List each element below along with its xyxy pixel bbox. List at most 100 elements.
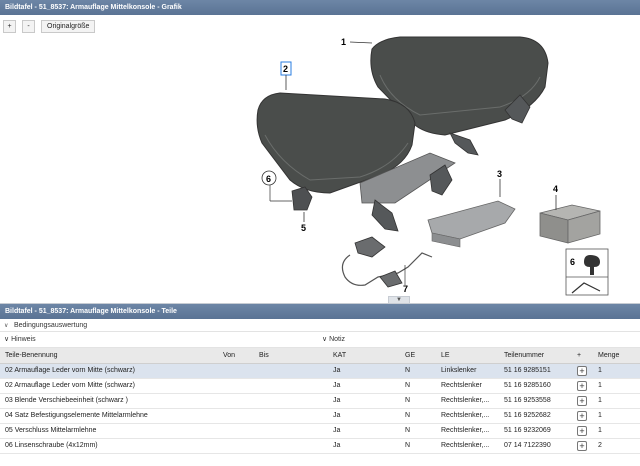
cell-name: 06 Linsenschraube (4x12mm) — [5, 442, 98, 449]
plus-icon[interactable]: + — [577, 380, 587, 391]
legend-number: 6 — [570, 257, 575, 267]
add-to-cart-cell: + — [572, 408, 593, 423]
table-row[interactable]: 03 Blende Verschiebeeinheit (schwarz ) Ja… — [0, 393, 640, 408]
cell-von — [218, 363, 254, 378]
table-row[interactable]: 05 Verschluss Mittelarmlehne Ja N Rechtslen… — [0, 423, 640, 438]
cell-kat: Ja — [333, 367, 341, 374]
cell-ge: N — [405, 382, 411, 389]
cell-ge: N — [405, 397, 411, 404]
cell-qty: 1 — [598, 382, 602, 389]
col-header-von[interactable]: Von — [218, 348, 254, 364]
cell-le: Rechtslenker,... — [441, 427, 490, 434]
cell-ge: N — [405, 427, 411, 434]
cell-le: Rechtslenker,... — [441, 397, 490, 404]
cell-le: Linkslenker — [441, 367, 477, 374]
cell-part-no: 51 16 9253558 — [504, 397, 551, 404]
cell-ge: N — [405, 412, 411, 419]
cell-von — [218, 393, 254, 408]
table-header: Teile-Benennung Von Bis KAT GE LE Teilen… — [0, 348, 640, 364]
plus-icon[interactable]: + — [577, 410, 587, 421]
col-header-part-number[interactable]: Teilenummer — [499, 348, 572, 364]
zoom-in-button[interactable]: + — [3, 20, 16, 33]
cell-le: Rechtslenker,... — [441, 412, 490, 419]
table-row[interactable]: 02 Armauflage Leder vorn Mitte (schwarz)… — [0, 363, 640, 378]
table-row[interactable]: 06 Linsenschraube (4x12mm) Ja N Rechtslenke… — [0, 438, 640, 453]
cell-von — [218, 408, 254, 423]
cell-name: 02 Armauflage Leder vorn Mitte (schwarz) — [5, 367, 135, 374]
part-7-cable[interactable] — [341, 236, 433, 288]
graphic-panel-title: Bildtafel - 51_8537: Armauflage Mittelko… — [0, 0, 640, 15]
part-3-cover[interactable] — [427, 200, 516, 248]
collapse-handle[interactable]: ▼ — [388, 296, 410, 303]
cell-von — [218, 423, 254, 438]
cell-name: 05 Verschluss Mittelarmlehne — [5, 427, 97, 434]
cell-name: 02 Armauflage Leder vorn Mitte (schwarz) — [5, 382, 135, 389]
col-header-quantity[interactable]: Menge — [593, 348, 640, 364]
col-header-kat[interactable]: KAT — [328, 348, 400, 364]
parts-diagram: 1 2 3 4 5 6 7 6 — [256, 36, 609, 296]
col-header-le[interactable]: LE — [436, 348, 499, 364]
callout-3: 3 — [497, 169, 502, 179]
part-5-lock[interactable] — [269, 185, 313, 211]
add-to-cart-cell: + — [572, 363, 593, 378]
col-header-name[interactable]: Teile-Benennung — [0, 348, 218, 364]
plus-icon[interactable]: + — [577, 395, 587, 406]
chevron-down-icon: ∨ — [322, 336, 328, 343]
note-label: Notiz — [329, 336, 346, 343]
cell-bis — [254, 408, 328, 423]
legend-box — [565, 248, 609, 296]
cell-part-no: 51 16 9285160 — [504, 382, 551, 389]
cell-bis — [254, 363, 328, 378]
graphic-toolbar: + - Originalgröße — [3, 20, 96, 33]
cell-qty: 2 — [598, 442, 602, 449]
cell-name: 04 Satz Befestigungselemente Mittelarmle… — [5, 412, 148, 419]
cell-kat: Ja — [333, 412, 341, 419]
cell-qty: 1 — [598, 367, 602, 374]
table-row[interactable]: 02 Armauflage Leder vorn Mitte (schwarz)… — [0, 378, 640, 393]
cell-kat: Ja — [333, 397, 341, 404]
parts-table: Teile-Benennung Von Bis KAT GE LE Teilen… — [0, 348, 640, 454]
table-row[interactable]: 04 Satz Befestigungselemente Mittelarmle… — [0, 408, 640, 423]
cell-le: Rechtslenker — [441, 382, 482, 389]
plus-icon[interactable]: + — [577, 440, 587, 451]
col-header-bis[interactable]: Bis — [254, 348, 328, 364]
cell-qty: 1 — [598, 397, 602, 404]
cell-bis — [254, 438, 328, 453]
cell-ge: N — [405, 367, 411, 374]
conditions-label: Bedingungsauswertung — [13, 322, 88, 329]
conditions-section[interactable]: ∨ Bedingungsauswertung — [0, 319, 640, 332]
cell-von — [218, 378, 254, 393]
note-section[interactable]: ∨ Notiz — [320, 332, 640, 347]
cell-bis — [254, 423, 328, 438]
cell-le: Rechtslenker,... — [441, 442, 490, 449]
cell-qty: 1 — [598, 412, 602, 419]
chevron-down-icon: ∨ — [4, 336, 10, 343]
cell-bis — [254, 393, 328, 408]
add-to-cart-cell: + — [572, 378, 593, 393]
cell-von — [218, 438, 254, 453]
cell-bis — [254, 378, 328, 393]
cell-part-no: 51 16 9252682 — [504, 412, 551, 419]
zoom-out-button[interactable]: - — [22, 20, 35, 33]
hint-section[interactable]: ∨ Hinweis — [0, 332, 320, 347]
col-header-ge[interactable]: GE — [400, 348, 436, 364]
hint-label: Hinweis — [11, 336, 36, 343]
callout-6: 6 — [266, 174, 271, 184]
hint-note-row: ∨ Hinweis ∨ Notiz — [0, 332, 640, 348]
parts-panel: Bildtafel - 51_8537: Armauflage Mittelko… — [0, 304, 640, 466]
plus-icon[interactable]: + — [577, 365, 587, 376]
cell-ge: N — [405, 442, 411, 449]
plus-icon[interactable]: + — [577, 425, 587, 436]
cell-name: 03 Blende Verschiebeeinheit (schwarz ) — [5, 397, 128, 404]
part-4-kit-box[interactable] — [539, 204, 601, 244]
callout-5: 5 — [301, 223, 306, 233]
add-to-cart-cell: + — [572, 423, 593, 438]
callout-7: 7 — [403, 284, 408, 294]
cell-kat: Ja — [333, 382, 341, 389]
original-size-button[interactable]: Originalgröße — [41, 20, 96, 33]
callout-4: 4 — [553, 184, 558, 194]
parts-panel-title: Bildtafel - 51_8537: Armauflage Mittelko… — [0, 304, 640, 319]
add-to-cart-cell: + — [572, 393, 593, 408]
cell-kat: Ja — [333, 427, 341, 434]
col-header-add: + — [572, 348, 593, 364]
